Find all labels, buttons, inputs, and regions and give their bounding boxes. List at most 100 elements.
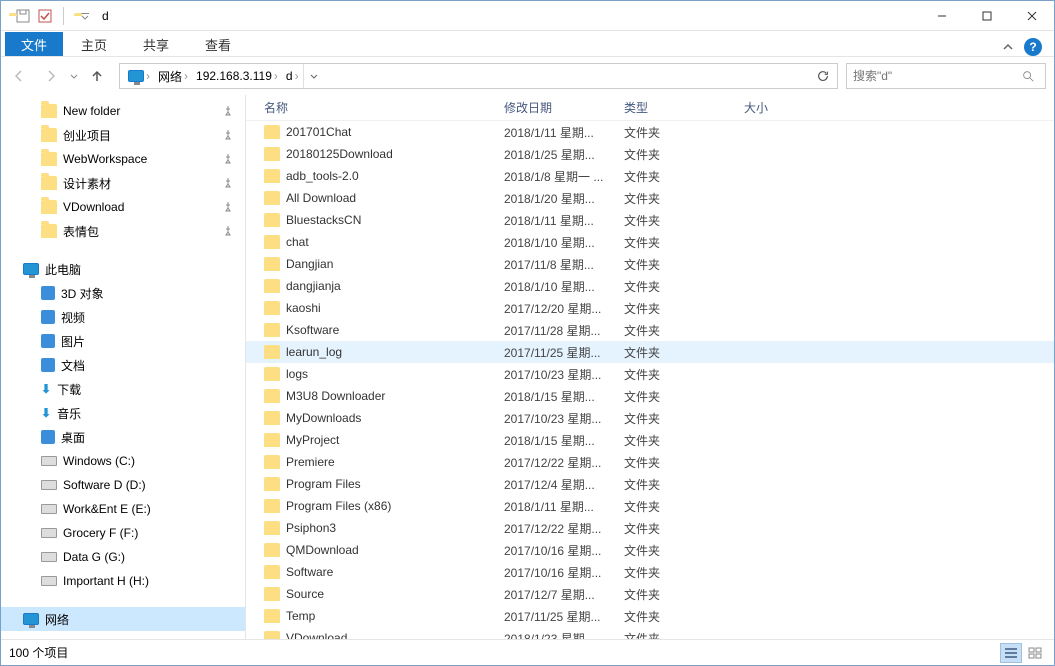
history-dropdown-icon[interactable] xyxy=(69,71,79,81)
view-icons-button[interactable] xyxy=(1024,643,1046,663)
list-item[interactable]: Ksoftware2017/11/28 星期...文件夹 xyxy=(246,319,1054,341)
refresh-button[interactable] xyxy=(809,64,837,88)
col-date[interactable]: 修改日期 xyxy=(496,99,616,116)
thispc-item[interactable]: 桌面 xyxy=(1,425,245,449)
tab-share[interactable]: 共享 xyxy=(125,32,187,56)
list-item[interactable]: 201701Chat2018/1/11 星期...文件夹 xyxy=(246,121,1054,143)
breadcrumb-network-icon[interactable]: › xyxy=(124,64,154,88)
minimize-button[interactable] xyxy=(919,1,964,31)
view-details-button[interactable] xyxy=(1000,643,1022,663)
list-item[interactable]: kaoshi2017/12/20 星期...文件夹 xyxy=(246,297,1054,319)
network-node[interactable]: 网络 xyxy=(1,607,245,631)
list-item[interactable]: Program Files2017/12/4 星期...文件夹 xyxy=(246,473,1054,495)
searchbox[interactable] xyxy=(846,63,1046,89)
item-type: 文件夹 xyxy=(616,432,736,449)
col-type[interactable]: 类型 xyxy=(616,99,736,116)
tab-view[interactable]: 查看 xyxy=(187,32,249,56)
list-item[interactable]: MyDownloads2017/10/23 星期...文件夹 xyxy=(246,407,1054,429)
list-item[interactable]: Dangjian2017/11/8 星期...文件夹 xyxy=(246,253,1054,275)
ribbon-collapse-icon[interactable] xyxy=(1002,41,1014,53)
thispc-item[interactable]: ⬇下载 xyxy=(1,377,245,401)
list-item[interactable]: MyProject2018/1/15 星期...文件夹 xyxy=(246,429,1054,451)
breadcrumb-seg-2[interactable]: d› xyxy=(282,64,303,88)
back-button[interactable] xyxy=(5,63,33,89)
list-item[interactable]: QMDownload2017/10/16 星期...文件夹 xyxy=(246,539,1054,561)
item-label: VDownload xyxy=(63,200,124,214)
list-item[interactable]: Software2017/10/16 星期...文件夹 xyxy=(246,561,1054,583)
help-button[interactable]: ? xyxy=(1024,38,1042,56)
item-label: 视频 xyxy=(61,309,85,326)
item-label: Data G (G:) xyxy=(63,550,125,564)
search-input[interactable] xyxy=(847,69,1021,83)
folder-icon xyxy=(264,257,280,271)
navigation-tree[interactable]: New folder创业项目WebWorkspace设计素材 VDownload 表… xyxy=(1,95,246,639)
folder-icon xyxy=(264,389,280,403)
thispc-item[interactable]: Grocery F (F:) xyxy=(1,521,245,545)
tab-home[interactable]: 主页 xyxy=(63,32,125,56)
thispc-item[interactable]: ⬇音乐 xyxy=(1,401,245,425)
item-date: 2017/10/16 星期... xyxy=(496,542,616,559)
search-icon[interactable] xyxy=(1021,69,1045,83)
thispc-item[interactable]: Windows (C:) xyxy=(1,449,245,473)
list-item[interactable]: chat2018/1/10 星期...文件夹 xyxy=(246,231,1054,253)
list-item[interactable]: Program Files (x86)2018/1/11 星期...文件夹 xyxy=(246,495,1054,517)
quickaccess-item[interactable]: VDownload xyxy=(1,195,245,219)
quickaccess-item[interactable]: 表情包 xyxy=(1,219,245,243)
item-name: QMDownload xyxy=(286,543,359,557)
thispc-item[interactable]: Software D (D:) xyxy=(1,473,245,497)
quickaccess-item[interactable]: 设计素材 xyxy=(1,171,245,195)
drive-icon xyxy=(41,456,57,466)
item-date: 2018/1/23 星期... xyxy=(496,630,616,640)
col-name[interactable]: 名称 xyxy=(246,99,496,116)
list-item[interactable]: adb_tools-2.02018/1/8 星期一 ...文件夹 xyxy=(246,165,1054,187)
qat-save-icon[interactable] xyxy=(15,8,31,24)
breadcrumb-seg-1[interactable]: 192.168.3.119› xyxy=(192,64,282,88)
thispc-item[interactable]: 文档 xyxy=(1,353,245,377)
qat-check-icon[interactable] xyxy=(37,8,53,24)
thispc-item[interactable]: Important H (H:) xyxy=(1,569,245,593)
maximize-button[interactable] xyxy=(964,1,1009,31)
list-item[interactable]: learun_log2017/11/25 星期...文件夹 xyxy=(246,341,1054,363)
folder-icon xyxy=(264,521,280,535)
list-item[interactable]: BluestacksCN2018/1/11 星期...文件夹 xyxy=(246,209,1054,231)
list-item[interactable]: dangjianja2018/1/10 星期...文件夹 xyxy=(246,275,1054,297)
list-item[interactable]: logs2017/10/23 星期...文件夹 xyxy=(246,363,1054,385)
folder-icon xyxy=(264,301,280,315)
quickaccess-item[interactable]: New folder xyxy=(1,99,245,123)
breadcrumb-dropdown-icon[interactable] xyxy=(303,64,325,88)
close-button[interactable] xyxy=(1009,1,1054,31)
thispc-item[interactable]: Data G (G:) xyxy=(1,545,245,569)
list-item[interactable]: Source2017/12/7 星期...文件夹 xyxy=(246,583,1054,605)
thispc-item[interactable]: 图片 xyxy=(1,329,245,353)
breadcrumb-seg-0[interactable]: 网络› xyxy=(154,64,192,88)
list-item[interactable]: Temp2017/11/25 星期...文件夹 xyxy=(246,605,1054,627)
quickaccess-item[interactable]: 创业项目 xyxy=(1,123,245,147)
col-size[interactable]: 大小 xyxy=(736,99,856,116)
forward-button[interactable] xyxy=(37,63,65,89)
list-item[interactable]: Psiphon32017/12/22 星期...文件夹 xyxy=(246,517,1054,539)
folder-icon xyxy=(264,367,280,381)
up-button[interactable] xyxy=(83,63,111,89)
tab-file[interactable]: 文件 xyxy=(5,32,63,56)
item-name: 20180125Download xyxy=(286,147,393,161)
qat-dropdown-icon[interactable] xyxy=(80,11,90,21)
item-type: 文件夹 xyxy=(616,366,736,383)
item-label: 网络 xyxy=(45,611,69,628)
list-item[interactable]: Premiere2017/12/22 星期...文件夹 xyxy=(246,451,1054,473)
list-item[interactable]: M3U8 Downloader2018/1/15 星期...文件夹 xyxy=(246,385,1054,407)
list-item[interactable]: 20180125Download2018/1/25 星期...文件夹 xyxy=(246,143,1054,165)
item-type: 文件夹 xyxy=(616,190,736,207)
file-list[interactable]: 名称 修改日期 类型 大小 201701Chat2018/1/11 星期...文… xyxy=(246,95,1054,639)
folder-icon xyxy=(264,411,280,425)
breadcrumb[interactable]: › 网络› 192.168.3.119› d› xyxy=(119,63,838,89)
quickaccess-item[interactable]: WebWorkspace xyxy=(1,147,245,171)
thispc-item[interactable]: Work&Ent E (E:) xyxy=(1,497,245,521)
list-item[interactable]: All Download2018/1/20 星期...文件夹 xyxy=(246,187,1054,209)
item-type: 文件夹 xyxy=(616,124,736,141)
folder-icon xyxy=(264,147,280,161)
this-pc[interactable]: 此电脑 xyxy=(1,257,245,281)
thispc-item[interactable]: 3D 对象 xyxy=(1,281,245,305)
item-date: 2017/11/8 星期... xyxy=(496,256,616,273)
list-item[interactable]: VDownload2018/1/23 星期...文件夹 xyxy=(246,627,1054,639)
thispc-item[interactable]: 视频 xyxy=(1,305,245,329)
